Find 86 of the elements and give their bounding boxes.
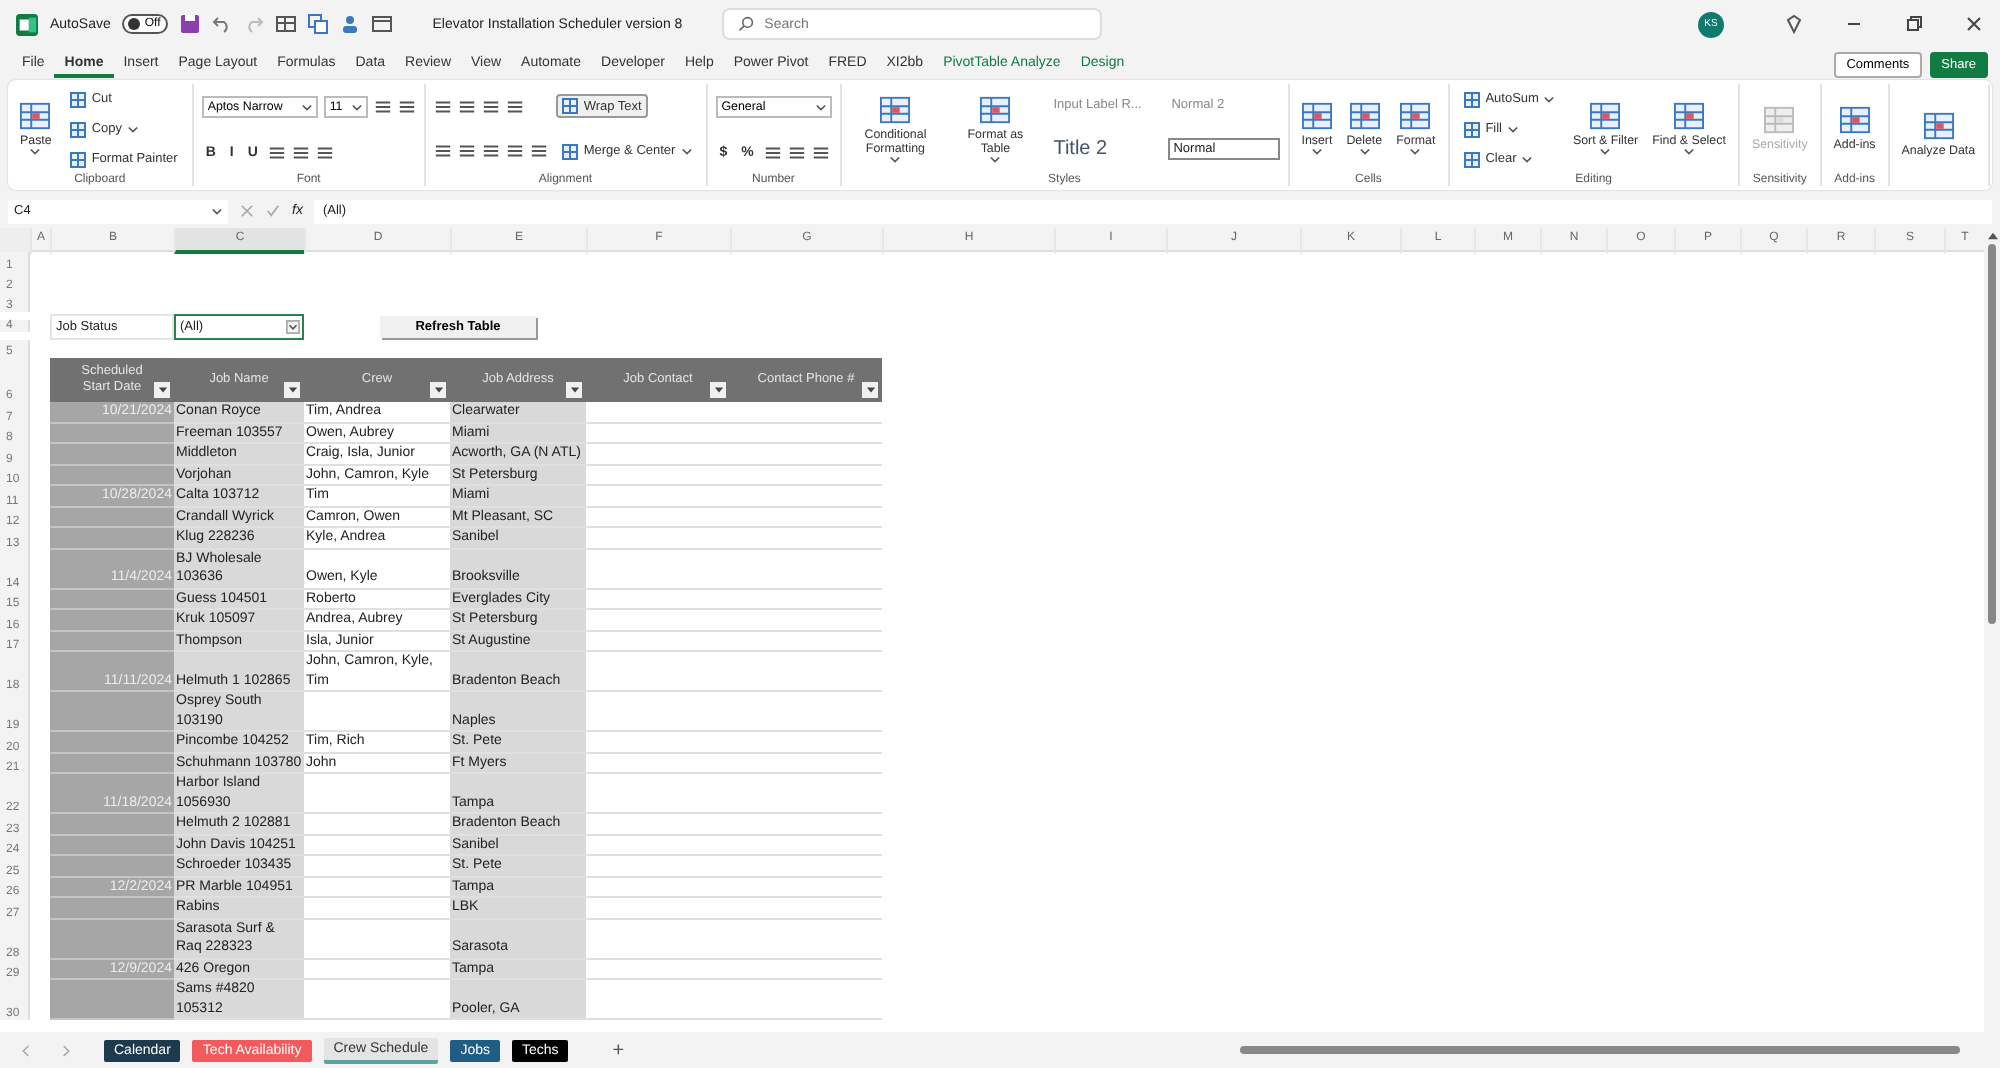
grid-icon — [561, 143, 578, 160]
grid-icon — [1349, 102, 1380, 130]
caret-icon — [212, 207, 222, 215]
filter-button[interactable] — [430, 382, 446, 398]
search-icon — [738, 16, 755, 32]
lines-icon[interactable] — [457, 97, 476, 116]
lines-icon[interactable] — [433, 97, 452, 116]
grid-icon — [69, 121, 86, 137]
grid-icon — [20, 102, 51, 130]
date-cell — [50, 589, 174, 610]
cell-style[interactable]: Title 2 — [1049, 136, 1162, 163]
date-cell — [50, 528, 174, 549]
date-cell — [50, 835, 174, 856]
copy-icon[interactable] — [308, 14, 329, 34]
grid-icon — [1764, 106, 1795, 134]
grid-icon — [1674, 102, 1705, 130]
lines-icon[interactable] — [787, 143, 806, 162]
caret-icon — [865, 386, 875, 394]
lines-icon[interactable] — [763, 143, 782, 162]
lines-icon[interactable] — [373, 98, 392, 117]
caret-icon — [287, 386, 297, 394]
caret-icon — [433, 386, 443, 394]
close-icon[interactable] — [1964, 14, 1984, 34]
grid-icon — [1839, 106, 1870, 134]
lines-icon[interactable] — [505, 97, 524, 116]
date-cell — [50, 444, 174, 465]
scroll-thumb[interactable] — [1988, 244, 1996, 624]
date-cell — [50, 753, 174, 774]
lines-icon[interactable] — [433, 142, 452, 161]
filter-button[interactable] — [284, 382, 300, 398]
grid-icon — [69, 151, 86, 167]
grid-icon — [69, 91, 86, 107]
people-icon[interactable] — [340, 14, 361, 34]
lines-icon[interactable] — [505, 142, 524, 161]
caret-icon — [815, 103, 826, 112]
grid-icon[interactable] — [276, 14, 297, 34]
lines-icon[interactable] — [315, 143, 334, 162]
date-cell — [50, 610, 174, 631]
date-cell — [50, 631, 174, 652]
restore-icon[interactable] — [1904, 14, 1924, 34]
window-icon[interactable] — [372, 14, 393, 34]
lines-icon[interactable] — [457, 142, 476, 161]
lines-icon[interactable] — [267, 143, 286, 162]
save-icon[interactable] — [180, 14, 201, 34]
date-cell — [50, 919, 174, 959]
filter-button[interactable] — [862, 382, 878, 398]
filter-button[interactable] — [154, 382, 170, 398]
date-cell — [50, 465, 174, 486]
date-cell — [50, 856, 174, 877]
lines-icon[interactable] — [481, 97, 500, 116]
diamond-icon[interactable] — [1784, 14, 1804, 34]
date-cell — [50, 980, 174, 1020]
grid-icon — [1590, 102, 1621, 130]
filter-button[interactable] — [710, 382, 726, 398]
date-cell — [50, 814, 174, 835]
lines-icon[interactable] — [811, 143, 830, 162]
caret-icon — [157, 386, 167, 394]
date-cell — [50, 507, 174, 528]
undo-icon[interactable] — [212, 14, 233, 34]
lines-icon[interactable] — [397, 98, 416, 117]
caret-icon — [351, 103, 362, 112]
grid-icon — [880, 95, 911, 123]
lines-icon[interactable] — [529, 142, 548, 161]
grid-icon — [980, 95, 1011, 123]
grid-icon — [1463, 121, 1480, 137]
grid-icon — [1463, 91, 1480, 107]
caret-icon — [713, 386, 723, 394]
grid-icon — [1463, 151, 1480, 167]
grid-icon — [561, 98, 578, 115]
date-cell — [50, 692, 174, 732]
date-cell — [50, 898, 174, 919]
caret-icon — [286, 319, 300, 333]
lines-icon[interactable] — [481, 142, 500, 161]
date-cell — [50, 732, 174, 753]
app-logo-icon — [16, 13, 38, 35]
date-cell — [50, 423, 174, 444]
grid-icon — [1400, 102, 1431, 130]
scroll-up-icon[interactable] — [1987, 232, 1997, 240]
grid-icon — [1301, 102, 1332, 130]
lines-icon[interactable] — [291, 143, 310, 162]
grid-icon — [1923, 112, 1954, 140]
check-icon[interactable] — [266, 204, 280, 218]
caret-icon — [301, 103, 312, 112]
caret-icon — [569, 386, 579, 394]
add-sheet-button[interactable]: + — [612, 1039, 625, 1061]
filter-button[interactable] — [566, 382, 582, 398]
